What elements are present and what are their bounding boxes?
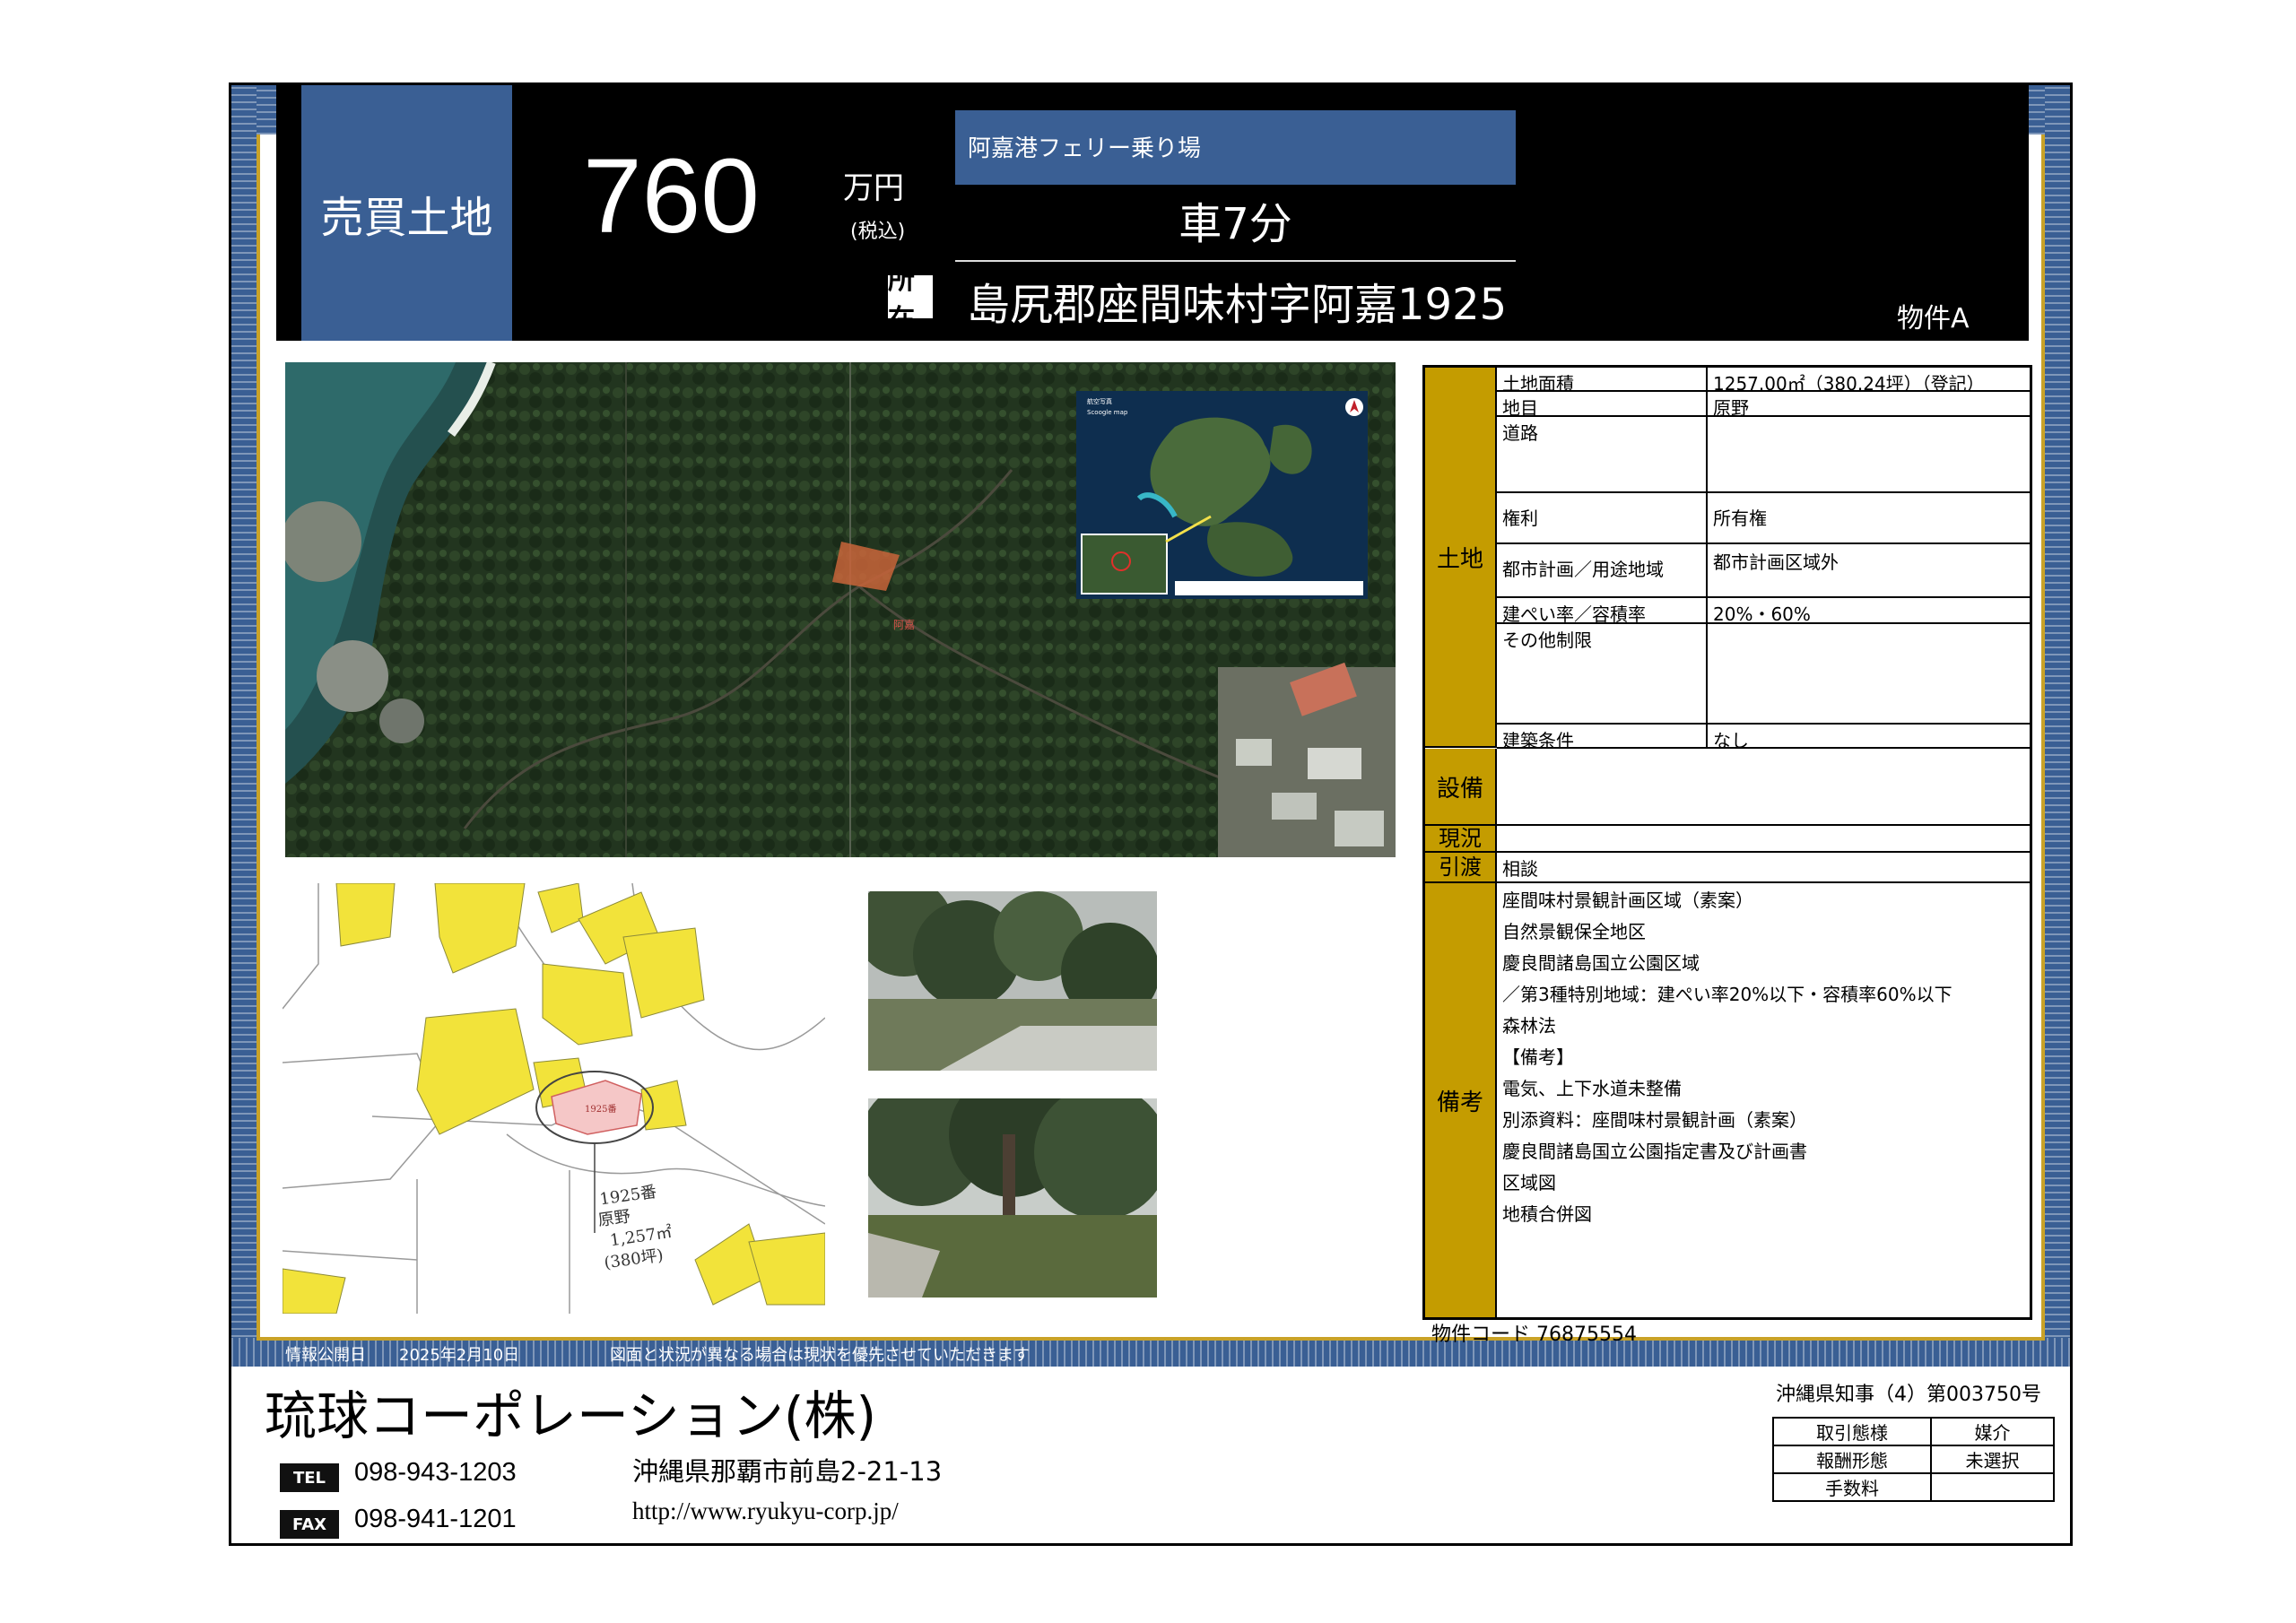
inset-detail-thumb — [1081, 534, 1168, 595]
property-name: 物件A — [1897, 303, 1970, 334]
spec-row-handover: 相談 — [1497, 853, 2030, 883]
header-divider — [955, 260, 1516, 262]
inset-map-graphic: 航空写真 Scoogle map — [1076, 391, 1368, 599]
deal-row: 報酬形態 未選択 — [1771, 1445, 2055, 1474]
spec-label: 地目 — [1497, 392, 1708, 419]
deal-value — [1930, 1472, 2055, 1502]
note-line: 森林法 — [1502, 1015, 1556, 1037]
price-unit: 万円 — [843, 170, 904, 206]
spec-value: 相談 — [1502, 858, 1538, 880]
deal-label: 取引態様 — [1771, 1417, 1933, 1446]
note-line: 自然景観保全地区 — [1502, 921, 1646, 942]
property-code: 物件コード 76875554 — [1431, 1318, 1637, 1347]
spec-value: 所有権 — [1713, 508, 1767, 529]
published-label: 情報公開日 — [285, 1346, 366, 1365]
note-line: ／第3種特別地域：建ぺい率20%以下・容積率60%以下 — [1502, 984, 1952, 1005]
deal-label: 報酬形態 — [1771, 1445, 1933, 1474]
right-stripe-border — [2045, 85, 2070, 1358]
site-photo-forest-graphic — [868, 1098, 1157, 1298]
property-code-label: 物件コード — [1431, 1324, 1531, 1346]
target-lot-label: 1925番 — [585, 1104, 616, 1115]
deal-value: 媒介 — [1930, 1417, 2055, 1446]
note-line: 地積合併図 — [1502, 1203, 1592, 1225]
spec-label: 建築条件 — [1497, 725, 1708, 751]
inset-map-title: 航空写真 — [1087, 397, 1112, 405]
spec-table: 土地 土地面積 1257.00㎡（380.24坪）（登記） 地目 原野 道路 権… — [1422, 365, 2032, 1320]
company-website-link[interactable]: http://www.ryukyu-corp.jp/ — [632, 1497, 899, 1525]
survey-map-graphic: 1925番 1925番 原野 1,257㎡ (380坪) — [283, 883, 825, 1314]
spec-value — [1497, 826, 2030, 829]
tel-label: TEL — [280, 1463, 339, 1492]
spec-label: 道路 — [1497, 417, 1708, 491]
spec-label: その他制限 — [1497, 624, 1708, 723]
spec-row-road: 道路 — [1497, 417, 2030, 493]
top-right-stripe — [2029, 85, 2045, 135]
spec-row-status — [1497, 826, 2030, 853]
note-line: 【備考】 — [1502, 1046, 1574, 1068]
disclaimer-text: 図面と状況が異なる場合は現状を優先させていただきます — [610, 1346, 1030, 1365]
deal-label: 手数料 — [1771, 1472, 1933, 1502]
spec-value — [1497, 749, 2030, 752]
spec-value — [1708, 417, 2030, 421]
spec-label: 土地面積 — [1497, 368, 1708, 395]
top-left-stripe — [257, 85, 276, 135]
note-line: 慶良間諸島国立公園指定書及び計画書 — [1502, 1141, 1807, 1162]
category-facilities: 設備 — [1425, 749, 1497, 826]
fax-number: 098-941-1201 — [354, 1505, 517, 1533]
site-photo-forest — [868, 1098, 1157, 1298]
property-address: 島尻郡座間味村字阿嘉1925 — [967, 280, 1508, 330]
spec-row-facilities — [1497, 749, 2030, 826]
price-value: 760 — [583, 137, 760, 256]
spec-row-city-planning: 都市計画／用途地域 都市計画区域外 — [1497, 544, 2030, 598]
category-land: 土地 — [1425, 368, 1497, 748]
aerial-marker-label: 阿嘉 — [893, 619, 915, 631]
property-code-value: 76875554 — [1536, 1324, 1637, 1346]
company-address: 沖縄県那覇市前島2-21-13 — [632, 1456, 943, 1487]
company-name: 琉球コーポレーション(株) — [265, 1385, 877, 1446]
spec-row-rights: 権利 所有権 — [1497, 493, 2030, 544]
spec-row-other-restrictions: その他制限 — [1497, 624, 2030, 725]
spec-label: 権利 — [1497, 493, 1708, 542]
survey-lot-map: 1925番 1925番 原野 1,257㎡ (380坪) — [283, 883, 825, 1314]
note-line: 電気、上下水道未整備 — [1502, 1078, 1682, 1099]
deal-terms-table: 取引態様 媒介 報酬形態 未選択 手数料 — [1771, 1417, 2055, 1502]
inset-map-subtitle: Scoogle map — [1087, 409, 1128, 416]
inset-location-map: 航空写真 Scoogle map — [1076, 391, 1368, 599]
tel-number[interactable]: 098-943-1203 — [354, 1458, 517, 1488]
note-line: 座間味村景観計画区域（素案） — [1502, 890, 1753, 911]
category-notes: 備考 — [1425, 883, 1497, 1317]
spec-row-land-category: 地目 原野 — [1497, 392, 2030, 419]
spec-label: 建ぺい率／容積率 — [1497, 598, 1708, 625]
site-photo-road — [868, 891, 1157, 1071]
note-line: 区域図 — [1502, 1172, 1556, 1193]
note-line: 別添資料：座間味村景観計画（素案） — [1502, 1109, 1807, 1131]
deal-row: 手数料 — [1771, 1472, 2055, 1502]
deal-row: 取引態様 媒介 — [1771, 1417, 2055, 1446]
fax-label: FAX — [280, 1510, 339, 1539]
deal-value: 未選択 — [1930, 1445, 2055, 1474]
spec-value — [1708, 624, 2030, 628]
nearest-station: 阿嘉港フェリー乗り場 — [955, 110, 1516, 185]
site-photo-road-graphic — [868, 891, 1157, 1071]
spec-row-land-area: 土地面積 1257.00㎡（380.24坪）（登記） — [1497, 368, 2030, 395]
address-icon: 所在 — [888, 265, 933, 335]
price-tax-note: (税込) — [850, 221, 906, 243]
travel-time: 車7分 — [1178, 199, 1292, 249]
spec-row-coverage-ratio: 建ぺい率／容積率 20%・60% — [1497, 598, 2030, 625]
license-number: 沖縄県知事（4）第003750号 — [1776, 1384, 2041, 1406]
listing-type-badge: 売買土地 — [301, 85, 512, 341]
spec-label: 都市計画／用途地域 — [1497, 544, 1708, 596]
category-status: 現況 — [1425, 826, 1497, 853]
note-line: 慶良間諸島国立公園区域 — [1502, 952, 1700, 974]
notes-body: 座間味村景観計画区域（素案） 自然景観保全地区 慶良間諸島国立公園区域 ／第3種… — [1497, 883, 2030, 1317]
published-date: 2025年2月10日 — [399, 1346, 520, 1365]
category-handover: 引渡 — [1425, 853, 1497, 883]
spec-value: 都市計画区域外 — [1713, 551, 1839, 573]
left-stripe-border — [231, 85, 257, 1358]
spec-row-building-conditions: 建築条件 なし — [1497, 725, 2030, 751]
